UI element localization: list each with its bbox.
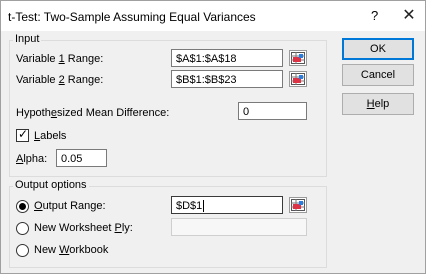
new-worksheet-ply-label[interactable]: New Worksheet Ply: [34,222,133,234]
output-range-radio[interactable] [16,200,29,213]
variable-1-range-picker-button[interactable] [289,50,307,66]
alpha-label: Alpha: [16,153,47,165]
output-group-label: Output options [13,179,89,191]
output-range-value: $D$1 [176,200,203,212]
variable-2-range-input[interactable]: $B$1:$B$23 [171,70,283,88]
new-ply-label-key: P [114,222,122,234]
checkmark-icon: ✓ [18,127,29,141]
ttest-dialog: t-Test: Two-Sample Assuming Equal Varian… [0,0,426,274]
new-worksheet-ply-radio[interactable] [16,222,29,235]
new-ply-label-suffix: ly: [121,222,133,234]
variable-2-range-label: Variable 2 Range: [16,74,103,86]
range-picker-icon [291,199,305,211]
help-button-key: H [366,98,375,110]
title-bar: t-Test: Two-Sample Assuming Equal Varian… [1,1,425,31]
new-workbook-radio[interactable] [16,244,29,257]
new-ply-label-text: New Worksheet [34,222,115,234]
help-button-suffix: elp [374,98,390,110]
input-group-label: Input [13,33,42,45]
ok-button[interactable]: OK [342,38,414,60]
hyp-label-suffix: sized Mean Difference: [56,107,170,119]
close-icon[interactable]: ✕ [396,3,422,29]
alpha-input[interactable]: 0.05 [56,149,107,167]
help-icon[interactable]: ? [371,8,378,23]
variable-2-range-picker-button[interactable] [289,71,307,87]
new-workbook-label-suffix: orkbook [69,244,109,256]
help-button[interactable]: Help [342,93,414,115]
labels-label-suffix: abels [40,130,67,142]
dialog-title: t-Test: Two-Sample Assuming Equal Varian… [8,10,256,24]
hypothesized-mean-difference-input[interactable]: 0 [238,102,307,120]
new-workbook-label-key: W [59,244,70,256]
variable-2-label-text: Variable [16,74,59,86]
hypothesized-mean-difference-label: Hypothesized Mean Difference: [16,107,169,119]
range-picker-icon [291,73,305,85]
output-range-label-suffix: utput Range: [42,200,106,212]
range-picker-icon [291,52,305,64]
output-range-label[interactable]: Output Range: [34,200,106,212]
output-range-label-key: O [34,200,43,212]
labels-checkbox[interactable]: ✓ [16,127,29,142]
variable-1-range-input[interactable]: $A$1:$A$18 [171,49,283,67]
variable-2-label-suffix: Range: [64,74,104,86]
labels-checkbox-label[interactable]: Labels [34,130,66,142]
text-caret [203,200,205,213]
variable-1-label-suffix: Range: [64,53,104,65]
variable-1-label-text: Variable [16,53,59,65]
cancel-button[interactable]: Cancel [342,64,414,86]
alpha-label-suffix: lpha: [23,153,48,165]
new-worksheet-ply-input[interactable] [171,218,307,236]
output-range-input[interactable]: $D$1 [171,196,283,214]
new-workbook-label[interactable]: New Workbook [34,244,108,256]
variable-1-range-label: Variable 1 Range: [16,53,103,65]
new-workbook-label-text: New [34,244,60,256]
hyp-label-text: Hypoth [16,107,51,119]
output-range-picker-button[interactable] [289,197,307,213]
radio-selected-dot [19,203,26,210]
